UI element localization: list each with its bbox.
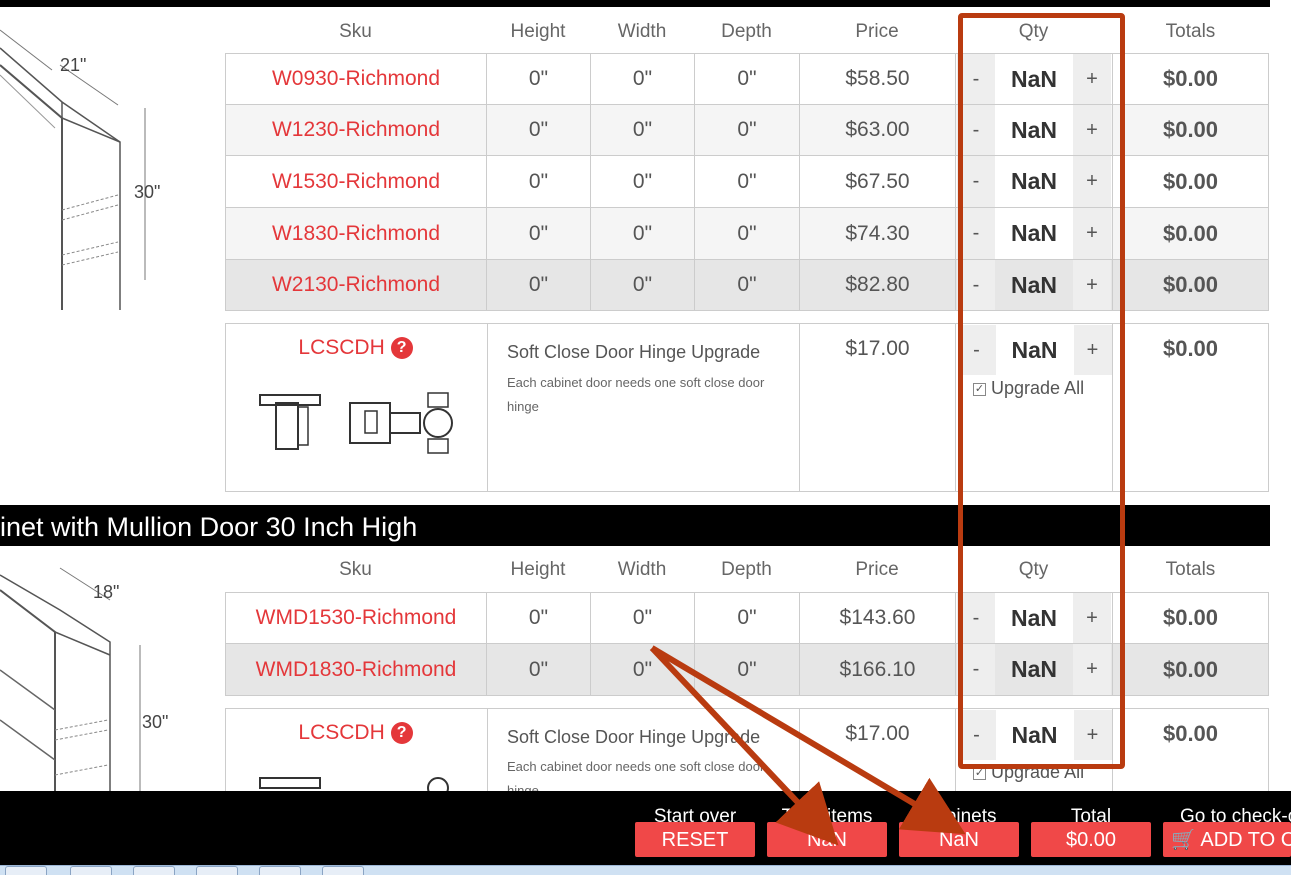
cabinet-drawing-1 [0, 29, 146, 310]
depth-cell: 0" [695, 54, 800, 104]
upgrade-description: Each cabinet door needs one soft close d… [507, 375, 765, 414]
height-dimension-1: 30" [134, 182, 161, 202]
height-cell: 0" [487, 208, 591, 259]
taskbar-icon[interactable] [133, 866, 175, 875]
sku-link[interactable]: W2130-Richmond [272, 273, 440, 297]
help-icon[interactable]: ? [390, 722, 413, 745]
header-depth: Depth [721, 559, 772, 580]
width-cell: 0" [591, 593, 695, 643]
width-cell: 0" [591, 54, 695, 104]
height-dimension-2: 30" [142, 712, 169, 732]
price-cell: $143.60 [800, 593, 956, 643]
sku-link[interactable]: W1230-Richmond [272, 118, 440, 142]
width-cell: 0" [591, 156, 695, 207]
upgrade-description: Each cabinet door needs one soft close d… [507, 759, 765, 791]
height-cell: 0" [487, 105, 591, 155]
width-cell: 0" [591, 208, 695, 259]
depth-cell: 0" [695, 260, 800, 310]
taskbar-icon[interactable] [259, 866, 301, 875]
height-cell: 0" [487, 156, 591, 207]
width-dimension-2: 18" [93, 582, 120, 602]
header-sku: Sku [339, 21, 372, 42]
price-cell: $74.30 [800, 208, 956, 259]
reset-button[interactable]: RESET [635, 822, 755, 857]
depth-cell: 0" [695, 644, 800, 695]
width-cell: 0" [591, 105, 695, 155]
top-section-bar [0, 0, 1270, 7]
price-cell: $67.50 [800, 156, 956, 207]
taskbar-icon[interactable] [322, 866, 364, 875]
width-cell: 0" [591, 260, 695, 310]
depth-cell: 0" [695, 208, 800, 259]
price-cell: $63.00 [800, 105, 956, 155]
width-cell: 0" [591, 644, 695, 695]
header-height: Height [510, 559, 566, 580]
total-cell: $0.00 [1162, 220, 1219, 246]
upgrade-price: $17.00 [845, 722, 910, 745]
sku-link[interactable]: W1830-Richmond [272, 222, 440, 246]
help-icon[interactable]: ? [390, 337, 413, 360]
header-price: Price [855, 21, 899, 42]
depth-cell: 0" [695, 105, 800, 155]
price-cell: $166.10 [800, 644, 956, 695]
header-width: Width [617, 21, 667, 42]
taskbar-icon[interactable] [5, 866, 47, 875]
header-depth: Depth [721, 21, 772, 42]
height-cell: 0" [487, 644, 591, 695]
sku-link[interactable]: WMD1530-Richmond [256, 606, 457, 630]
height-cell: 0" [487, 54, 591, 104]
total-cell: $0.00 [1162, 66, 1219, 91]
upgrade-total: $0.00 [1162, 336, 1219, 361]
hinge-image [259, 777, 449, 792]
taskbar-icon[interactable] [196, 866, 238, 875]
add-to-cart-label: ADD TO CA [1200, 829, 1291, 851]
height-cell: 0" [487, 593, 591, 643]
os-taskbar [0, 865, 1291, 875]
header-price: Price [855, 559, 899, 580]
total-value: $0.00 [1031, 822, 1151, 857]
sku-link[interactable]: WMD1830-Richmond [256, 658, 457, 682]
upgrade-total: $0.00 [1162, 721, 1219, 746]
cabinets-value: NaN [899, 822, 1019, 857]
upgrade-title: Soft Close Door Hinge Upgrade [507, 727, 761, 747]
cart-icon: 🛒 [1171, 829, 1196, 851]
depth-cell: 0" [695, 593, 800, 643]
taskbar-icon[interactable] [70, 866, 112, 875]
width-dimension-1: 21" [60, 55, 87, 75]
upgrade-title: Soft Close Door Hinge Upgrade [507, 342, 761, 362]
upgrade-price: $17.00 [845, 337, 910, 360]
header-totals: Totals [1165, 21, 1216, 42]
total-cell: $0.00 [1162, 168, 1219, 194]
upgrade-sku-link[interactable]: LCSCDH [298, 721, 384, 744]
sku-link[interactable]: W1530-Richmond [272, 170, 440, 194]
price-cell: $58.50 [800, 54, 956, 104]
header-height: Height [510, 21, 566, 42]
total-cell: $0.00 [1162, 117, 1219, 142]
total-cell: $0.00 [1162, 605, 1219, 630]
height-cell: 0" [487, 260, 591, 310]
total-items-value: NaN [767, 822, 887, 857]
add-to-cart-button[interactable]: 🛒 ADD TO CA [1163, 822, 1291, 857]
total-cell: $0.00 [1162, 656, 1219, 682]
header-sku: Sku [339, 559, 372, 580]
depth-cell: 0" [695, 156, 800, 207]
hinge-image [259, 392, 453, 454]
total-cell: $0.00 [1162, 272, 1219, 297]
price-cell: $82.80 [800, 260, 956, 310]
sku-link[interactable]: W0930-Richmond [272, 67, 440, 91]
annotation-box [958, 13, 1125, 769]
upgrade-sku-link[interactable]: LCSCDH [298, 336, 384, 359]
header-totals: Totals [1165, 559, 1216, 580]
header-width: Width [617, 559, 667, 580]
